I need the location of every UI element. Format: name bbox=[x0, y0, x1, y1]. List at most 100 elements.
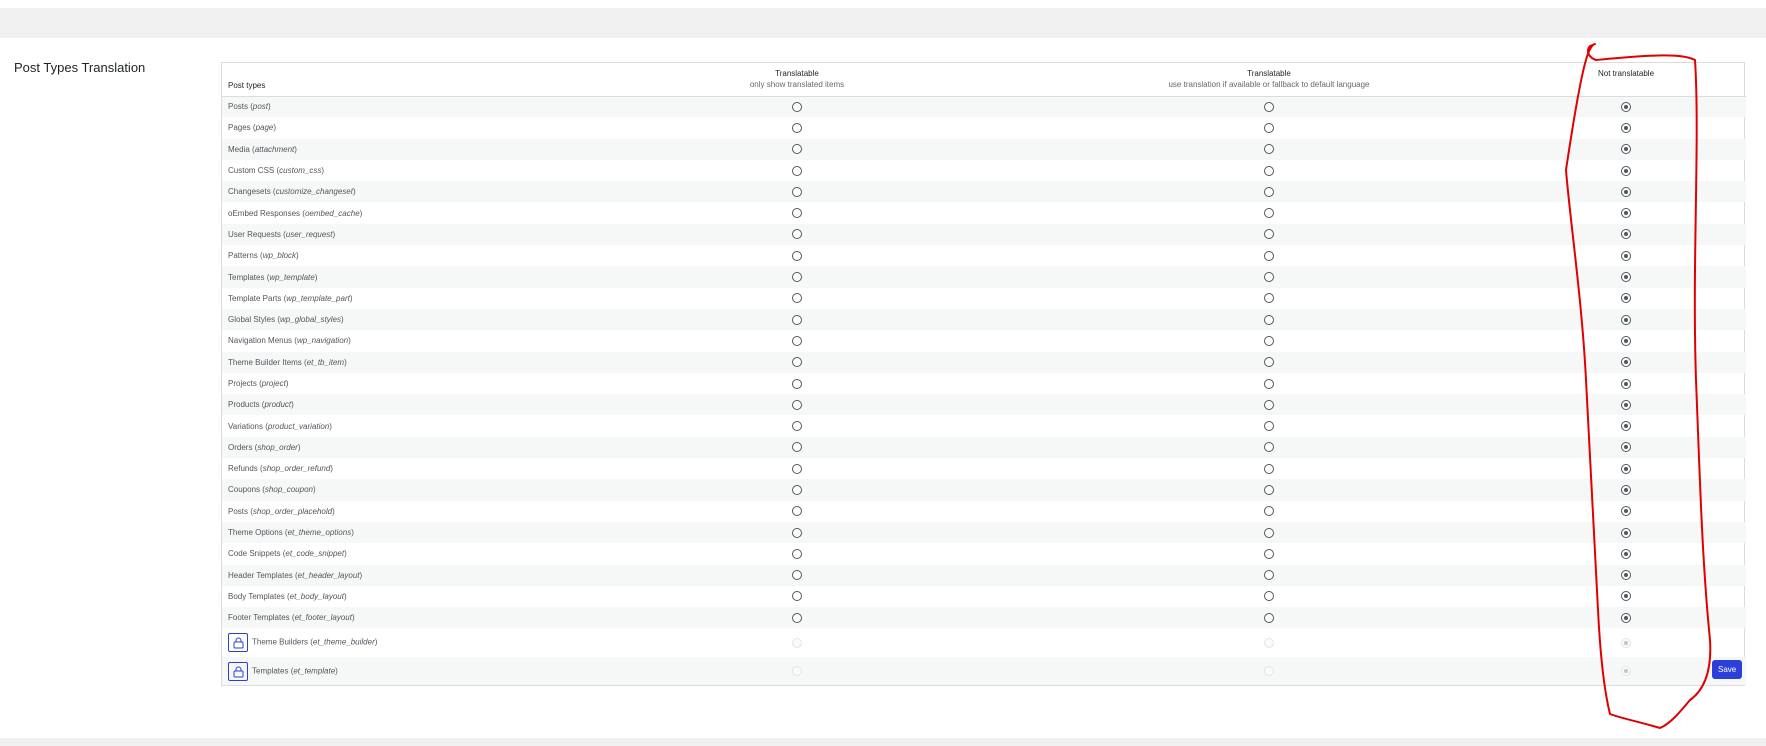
radio-translatable-1[interactable] bbox=[792, 506, 802, 517]
post-type-slug: shop_coupon bbox=[264, 485, 313, 495]
radio-not-translatable[interactable] bbox=[1621, 484, 1631, 495]
radio-cell-translatable-1 bbox=[562, 181, 1032, 202]
radio-translatable-1[interactable] bbox=[792, 101, 802, 112]
radio-translatable-2[interactable] bbox=[1264, 314, 1274, 325]
radio-translatable-2[interactable] bbox=[1264, 378, 1274, 389]
post-type-label: Patterns bbox=[228, 251, 258, 261]
radio-cell-translatable-2 bbox=[1032, 373, 1506, 394]
radio-translatable-1[interactable] bbox=[792, 165, 802, 176]
radio-translatable-2[interactable] bbox=[1264, 527, 1274, 538]
radio-translatable-2[interactable] bbox=[1264, 612, 1274, 623]
post-type-name-cell: Patterns (wp_block) bbox=[228, 251, 299, 261]
radio-cell-not-translatable bbox=[1506, 415, 1746, 436]
radio-not-translatable[interactable] bbox=[1621, 272, 1631, 283]
radio-translatable-2[interactable] bbox=[1264, 272, 1274, 283]
radio-translatable-1[interactable] bbox=[792, 484, 802, 495]
save-button[interactable]: Save bbox=[1712, 660, 1742, 679]
radio-translatable-1[interactable] bbox=[792, 548, 802, 559]
radio-translatable-1[interactable] bbox=[792, 186, 802, 197]
table-row: Templates (wp_template) bbox=[222, 266, 1746, 288]
post-type-label: Posts bbox=[228, 102, 249, 112]
radio-translatable-1[interactable] bbox=[792, 144, 802, 155]
radio-translatable-1[interactable] bbox=[792, 421, 802, 432]
radio-cell-not-translatable bbox=[1506, 266, 1746, 287]
radio-not-translatable[interactable] bbox=[1621, 229, 1631, 240]
post-type-name-cell: Projects (project) bbox=[228, 379, 289, 388]
radio-translatable-1[interactable] bbox=[792, 570, 802, 581]
radio-cell-translatable-1 bbox=[562, 479, 1032, 500]
radio-cell-not-translatable bbox=[1506, 586, 1746, 607]
radio-not-translatable[interactable] bbox=[1621, 144, 1631, 155]
radio-not-translatable[interactable] bbox=[1621, 208, 1631, 219]
radio-translatable-2[interactable] bbox=[1264, 101, 1274, 112]
radio-translatable-2[interactable] bbox=[1264, 548, 1274, 559]
radio-translatable-2[interactable] bbox=[1264, 122, 1274, 133]
radio-not-translatable[interactable] bbox=[1621, 122, 1631, 133]
radio-translatable-2[interactable] bbox=[1264, 506, 1274, 517]
radio-translatable-2[interactable] bbox=[1264, 186, 1274, 197]
radio-translatable-2[interactable] bbox=[1264, 463, 1274, 474]
radio-not-translatable[interactable] bbox=[1621, 165, 1631, 176]
radio-not-translatable[interactable] bbox=[1621, 548, 1631, 559]
radio-not-translatable[interactable] bbox=[1621, 357, 1631, 368]
radio-translatable-2[interactable] bbox=[1264, 357, 1274, 368]
radio-translatable-1[interactable] bbox=[792, 122, 802, 133]
radio-not-translatable[interactable] bbox=[1621, 612, 1631, 623]
radio-not-translatable[interactable] bbox=[1621, 186, 1631, 197]
radio-cell-translatable-1 bbox=[562, 437, 1032, 458]
radio-translatable-1[interactable] bbox=[792, 591, 802, 602]
radio-not-translatable[interactable] bbox=[1621, 591, 1631, 602]
radio-not-translatable[interactable] bbox=[1621, 442, 1631, 453]
radio-translatable-2[interactable] bbox=[1264, 591, 1274, 602]
radio-translatable-1[interactable] bbox=[792, 250, 802, 261]
radio-translatable-1[interactable] bbox=[792, 314, 802, 325]
radio-not-translatable[interactable] bbox=[1621, 314, 1631, 325]
radio-translatable-1[interactable] bbox=[792, 229, 802, 240]
radio-translatable-2[interactable] bbox=[1264, 208, 1274, 219]
lock-icon[interactable] bbox=[228, 633, 248, 653]
radio-translatable-2[interactable] bbox=[1264, 570, 1274, 581]
lock-icon[interactable] bbox=[228, 661, 248, 681]
radio-translatable-2[interactable] bbox=[1264, 229, 1274, 240]
radio-translatable-1[interactable] bbox=[792, 208, 802, 219]
radio-not-translatable[interactable] bbox=[1621, 250, 1631, 261]
radio-translatable-2[interactable] bbox=[1264, 165, 1274, 176]
radio-translatable-2[interactable] bbox=[1264, 442, 1274, 453]
radio-cell-translatable-1 bbox=[562, 245, 1032, 266]
radio-cell-translatable-2 bbox=[1032, 288, 1506, 309]
radio-not-translatable[interactable] bbox=[1621, 335, 1631, 346]
post-type-name-cell: Theme Builders (et_theme_builder) bbox=[222, 628, 562, 657]
radio-not-translatable bbox=[1621, 637, 1631, 648]
radio-translatable-1[interactable] bbox=[792, 378, 802, 389]
radio-translatable-2[interactable] bbox=[1264, 399, 1274, 410]
radio-translatable-2[interactable] bbox=[1264, 484, 1274, 495]
radio-translatable-1[interactable] bbox=[792, 293, 802, 304]
radio-translatable-1[interactable] bbox=[792, 463, 802, 474]
radio-translatable-1[interactable] bbox=[792, 612, 802, 623]
radio-translatable-1[interactable] bbox=[792, 399, 802, 410]
post-types-table-wrapper: Post types Translatable only show transl… bbox=[221, 62, 1746, 687]
radio-translatable-2[interactable] bbox=[1264, 144, 1274, 155]
radio-translatable-1[interactable] bbox=[792, 527, 802, 538]
radio-translatable-1[interactable] bbox=[792, 442, 802, 453]
radio-translatable-2[interactable] bbox=[1264, 421, 1274, 432]
radio-cell-translatable-1 bbox=[562, 330, 1032, 351]
post-type-name-cell: Products (product) bbox=[228, 400, 294, 410]
radio-translatable-2[interactable] bbox=[1264, 250, 1274, 261]
radio-translatable-1[interactable] bbox=[792, 335, 802, 346]
radio-not-translatable[interactable] bbox=[1621, 378, 1631, 389]
radio-not-translatable[interactable] bbox=[1621, 463, 1631, 474]
radio-cell-translatable-1 bbox=[562, 373, 1032, 394]
radio-not-translatable[interactable] bbox=[1621, 293, 1631, 304]
radio-translatable-2[interactable] bbox=[1264, 293, 1274, 304]
radio-translatable-2[interactable] bbox=[1264, 335, 1274, 346]
radio-translatable-1[interactable] bbox=[792, 357, 802, 368]
radio-not-translatable[interactable] bbox=[1621, 506, 1631, 517]
radio-translatable-1[interactable] bbox=[792, 272, 802, 283]
radio-not-translatable[interactable] bbox=[1621, 421, 1631, 432]
radio-not-translatable[interactable] bbox=[1621, 399, 1631, 410]
radio-not-translatable[interactable] bbox=[1621, 527, 1631, 538]
radio-cell-translatable-2 bbox=[1032, 352, 1506, 373]
radio-not-translatable[interactable] bbox=[1621, 570, 1631, 581]
radio-not-translatable[interactable] bbox=[1621, 101, 1631, 112]
